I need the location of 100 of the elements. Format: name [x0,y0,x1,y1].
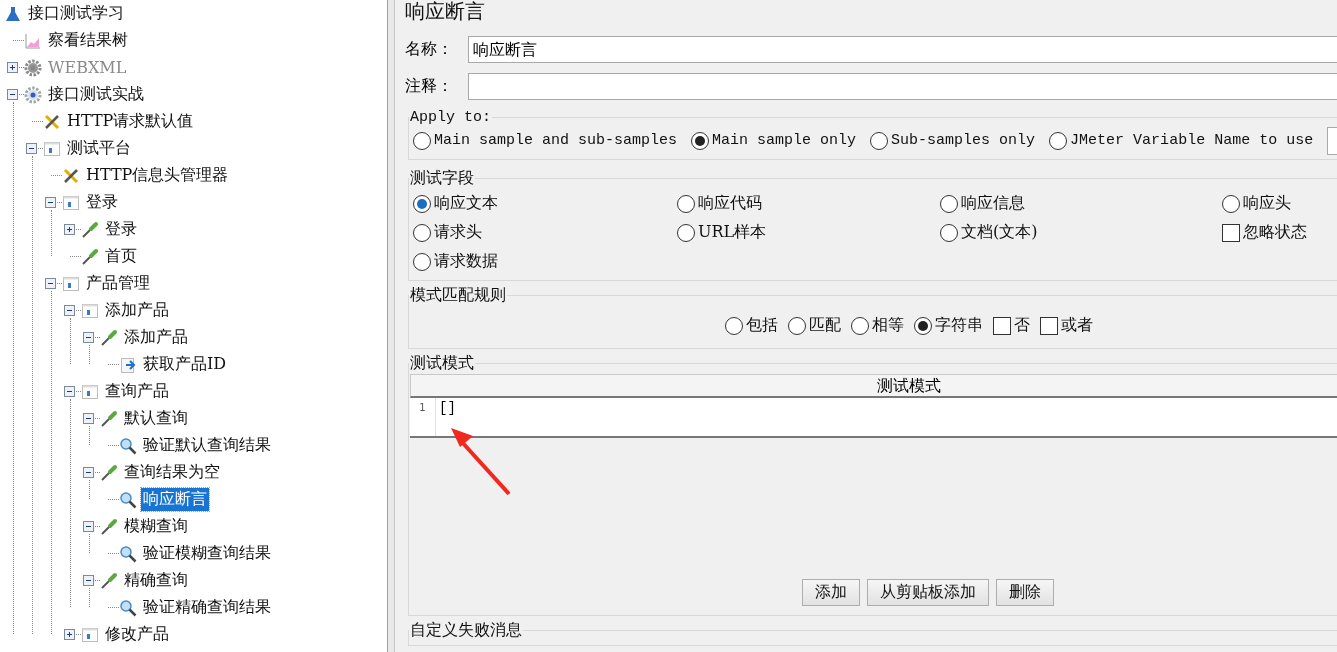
option-label: 请求数据 [434,251,498,272]
name-field[interactable]: 响应断言 [468,36,1337,63]
tree-item[interactable]: 查询结果为空 [122,461,222,484]
group-title: 模式匹配规则 [409,285,507,306]
tree-item[interactable]: 验证模糊查询结果 [141,542,273,565]
radio-button[interactable] [413,131,431,150]
collapse-toggle[interactable] [26,143,37,154]
radio-button[interactable] [940,194,958,213]
collapse-toggle[interactable] [45,197,56,208]
action-button[interactable]: 添加 [802,579,860,606]
column-header: 测试模式 [410,374,1337,398]
magnifier-icon [119,598,137,617]
line-number: 1 [410,398,436,436]
radio-button[interactable] [413,223,431,242]
collapse-toggle[interactable] [83,332,94,343]
panel-title: 响应断言 [405,0,486,24]
collapse-toggle[interactable] [7,89,18,100]
radio-button[interactable] [413,252,431,271]
tree-item[interactable]: 接口测试学习 [26,2,126,25]
comment-field[interactable] [468,73,1337,100]
option-label: 响应文本 [434,193,498,214]
tree-item[interactable]: 察看结果树 [46,29,130,52]
tree-item[interactable]: 精确查询 [122,569,190,592]
window-icon [81,382,99,401]
option-label: Main sample and sub-samples [434,132,678,149]
checkbox[interactable] [993,316,1011,335]
dropper-icon [100,463,118,482]
tree-item[interactable]: 默认查询 [122,407,190,430]
tree-item[interactable]: 登录 [84,191,120,214]
option-label: JMeter Variable Name to use [1070,132,1314,149]
collapse-toggle[interactable] [45,278,56,289]
option-label: Main sample only [712,132,857,149]
tree-item[interactable]: 产品管理 [84,272,152,295]
tree-item[interactable]: 验证精确查询结果 [141,596,273,619]
magnifier-icon [119,490,137,509]
tree-item[interactable]: 接口测试实战 [46,83,146,106]
tree-item[interactable]: 获取产品ID [141,353,229,376]
checkbox[interactable] [1040,316,1058,335]
expand-toggle[interactable] [64,224,75,235]
radio-button[interactable] [870,131,889,150]
tree-item[interactable]: HTTP信息头管理器 [84,164,231,187]
code-line: [] [438,399,456,418]
expand-toggle[interactable] [64,629,75,640]
radio-button[interactable] [1049,131,1068,150]
option-label: 请求头 [434,222,482,243]
option-label: 响应代码 [698,193,762,214]
option-label: 响应信息 [961,193,1025,214]
radio-button[interactable] [851,316,869,335]
tree-item[interactable]: 修改产品 [103,623,171,646]
option-label: 字符串 [935,315,983,336]
tree-item[interactable]: 登录 [103,218,139,241]
tree-item[interactable]: 验证默认查询结果 [141,434,273,457]
collapse-toggle[interactable] [64,386,75,397]
tree-item[interactable]: 测试平台 [65,137,133,160]
radio-button[interactable] [940,223,958,242]
collapse-toggle[interactable] [83,413,94,424]
radio-button[interactable] [677,223,695,242]
collapse-toggle[interactable] [64,305,75,316]
action-button[interactable]: 从剪贴板添加 [867,579,989,606]
radio-button[interactable] [691,131,710,150]
option-label: 或者 [1061,315,1093,336]
tools-icon [43,112,61,131]
dropper-icon [100,409,118,428]
radio-button[interactable] [1222,194,1240,213]
tree-item[interactable]: 模糊查询 [122,515,190,538]
gear-icon [24,58,42,77]
pattern-editor[interactable]: 1 [] [410,398,1337,438]
window-icon [62,193,80,212]
tree-item[interactable]: 响应断言 [141,488,209,511]
collapse-toggle[interactable] [83,467,94,478]
tree-item[interactable]: 添加产品 [122,326,190,349]
window-icon [81,301,99,320]
collapse-toggle[interactable] [83,521,94,532]
radio-button[interactable] [413,194,431,213]
magnifier-icon [119,436,137,455]
radio-button[interactable] [677,194,695,213]
dropper-icon [81,247,99,266]
gear-icon [24,85,42,104]
dropper-icon [100,517,118,536]
radio-button[interactable] [725,316,743,335]
checkbox[interactable] [1222,223,1240,242]
tree-item[interactable]: 首页 [103,245,139,268]
radio-button[interactable] [788,316,806,335]
tree-item[interactable]: 添加产品 [103,299,171,322]
tree-item[interactable]: 查询产品 [103,380,171,403]
field-label: 名称： [405,39,454,60]
option-label: 忽略状态 [1243,222,1307,243]
group-title: 测试模式 [409,353,475,374]
collapse-toggle[interactable] [83,575,94,586]
option-label: 包括 [746,315,778,336]
dropper-icon [100,571,118,590]
field-label: 注释： [405,76,454,97]
tree-item[interactable]: HTTP请求默认值 [65,110,196,133]
radio-button[interactable] [914,316,932,335]
group-title: 自定义失败消息 [409,620,523,641]
magnifier-icon [119,544,137,563]
chart-icon [24,31,42,50]
flask-icon [4,4,22,23]
tools-icon [62,166,80,185]
action-button[interactable]: 删除 [996,579,1054,606]
